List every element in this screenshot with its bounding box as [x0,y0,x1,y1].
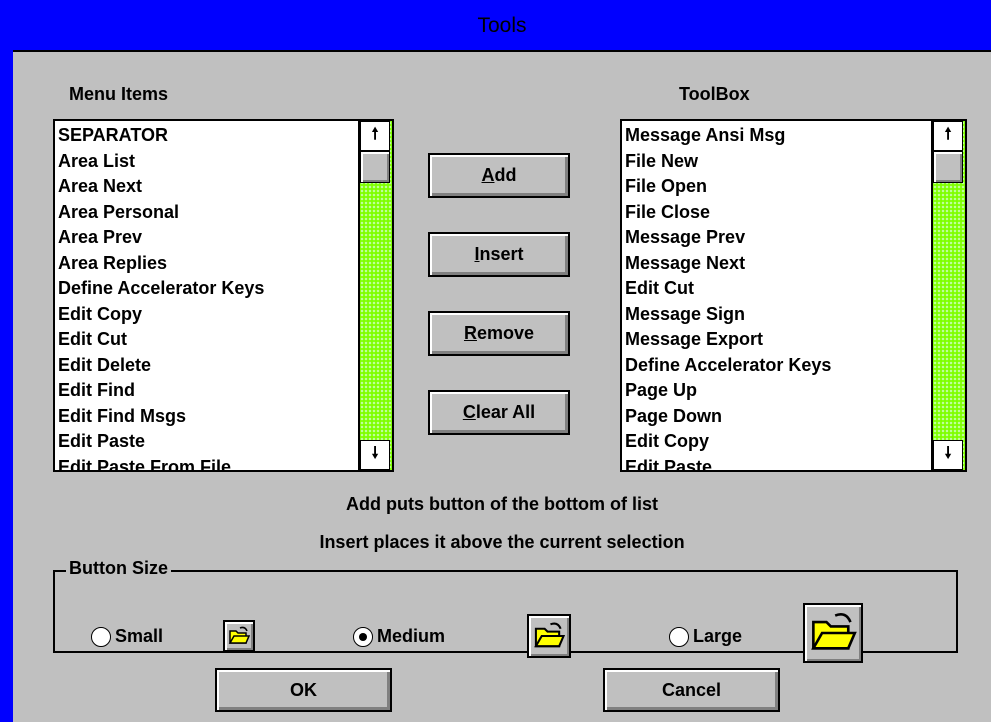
list-item[interactable]: Edit Find [55,378,358,404]
list-item[interactable]: Area List [55,149,358,175]
clear-all-button[interactable]: Clear All [428,390,570,435]
toolbox-scrollbar[interactable]: 🠕 🠗 [931,121,965,470]
hint-add: Add puts button of the bottom of list [346,494,658,514]
radio-circle[interactable] [91,626,111,647]
remove-button[interactable]: Remove [428,311,570,356]
list-item[interactable]: File Open [622,174,931,200]
arrow-up-icon[interactable]: 🠕 [933,121,963,151]
list-item[interactable]: SEPARATOR [55,123,358,149]
scroll-thumb[interactable] [360,151,390,183]
button-size-label: Button Size [66,558,171,579]
radio-large[interactable]: Large [669,626,742,647]
list-item[interactable]: Message Next [622,251,931,277]
list-item[interactable]: Define Accelerator Keys [622,353,931,379]
menu-items-list[interactable]: SEPARATOR Area List Area Next Area Personal… [53,119,394,472]
list-item[interactable]: Area Replies [55,251,358,277]
arrow-down-icon[interactable]: 🠗 [360,440,390,470]
list-item[interactable]: Define Accelerator Keys [55,276,358,302]
toolbox-container: Message Ansi Msg File New File Open File Cl… [622,123,931,471]
list-item[interactable]: File New [622,149,931,175]
add-button[interactable]: Add [428,153,570,198]
menu-items-scrollbar[interactable]: 🠕 🠗 [358,121,392,470]
radio-small[interactable]: Small [91,626,163,647]
list-item[interactable]: Edit Copy [55,302,358,328]
radio-circle-checked[interactable] [353,626,373,647]
list-item[interactable]: Edit Find Msgs [55,404,358,430]
insert-button[interactable]: Insert [428,232,570,277]
list-item[interactable]: Message Sign [622,302,931,328]
arrow-down-icon[interactable]: 🠗 [933,440,963,470]
list-item[interactable]: Page Down [622,404,931,430]
scroll-thumb[interactable] [933,151,963,183]
list-item[interactable]: Edit Cut [622,276,931,302]
window-frame-left [0,0,13,722]
list-item[interactable]: Edit Delete [55,353,358,379]
radio-circle[interactable] [669,626,689,647]
open-folder-icon[interactable] [803,603,863,663]
ok-button[interactable]: OK [215,668,392,712]
list-item[interactable]: Message Prev [622,225,931,251]
list-item[interactable]: Edit Paste From File [55,455,358,471]
toolbox-label: ToolBox [679,84,750,104]
menu-items-label: Menu Items [69,84,169,104]
list-item[interactable]: Edit Cut [55,327,358,353]
list-item[interactable]: Area Personal [55,200,358,226]
list-item[interactable]: Message Export [622,327,931,353]
list-item[interactable]: Edit Paste [622,455,931,471]
list-item[interactable]: Edit Copy [622,429,931,455]
cancel-button[interactable]: Cancel [603,668,780,712]
menu-items-container: SEPARATOR Area List Area Next Area Personal… [55,123,358,471]
list-item[interactable]: Page Up [622,378,931,404]
toolbox-list[interactable]: Message Ansi Msg File New File Open File Cl… [620,119,967,472]
radio-medium[interactable]: Medium [353,626,445,647]
list-item[interactable]: Message Ansi Msg [622,123,931,149]
open-folder-icon[interactable] [223,620,255,652]
list-item[interactable]: File Close [622,200,931,226]
arrow-up-icon[interactable]: 🠕 [360,121,390,151]
open-folder-icon[interactable] [527,614,571,658]
list-item[interactable]: Area Prev [55,225,358,251]
window-title: Tools [477,14,527,37]
title-bar[interactable]: Tools [13,0,991,52]
list-item[interactable]: Area Next [55,174,358,200]
list-item[interactable]: Edit Paste [55,429,358,455]
hint-insert: Insert places it above the current selec… [319,532,685,552]
